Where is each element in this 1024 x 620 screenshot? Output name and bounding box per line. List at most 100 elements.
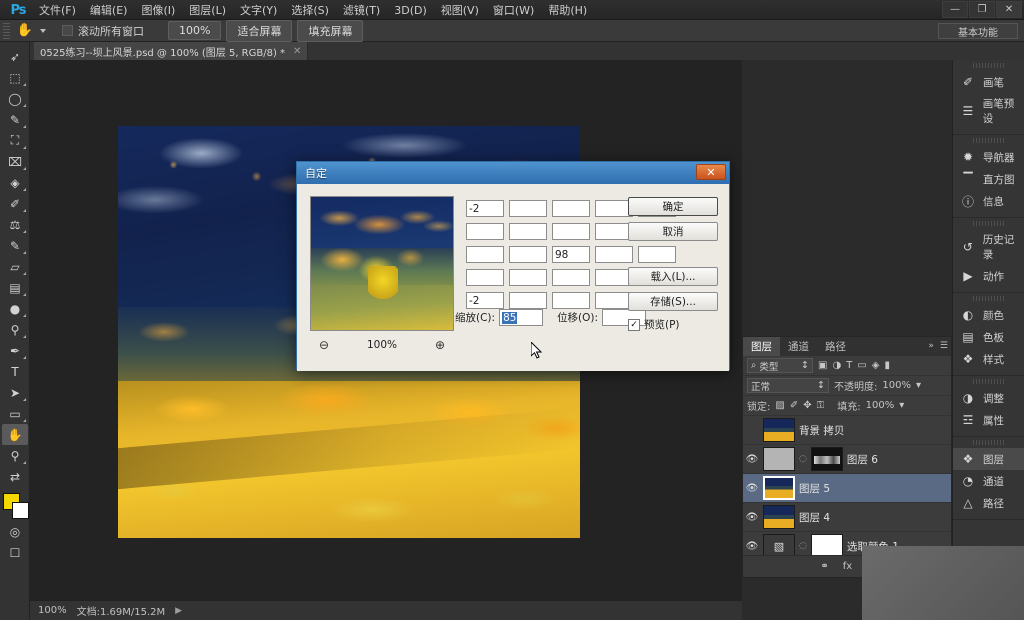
tab-layers[interactable]: 图层 (743, 337, 780, 356)
background-color-swatch[interactable] (12, 502, 29, 519)
menu-item-file[interactable]: 文件(F) (32, 0, 83, 20)
matrix-cell-1-0[interactable] (466, 223, 504, 240)
matrix-cell-0-2[interactable] (552, 200, 590, 217)
workspace-selector[interactable]: 基本功能 (938, 23, 1018, 39)
filter-pixel-icon[interactable]: ▣ (818, 360, 827, 371)
filter-shape-icon[interactable]: ▭ (857, 360, 866, 371)
menu-item-select[interactable]: 选择(S) (284, 0, 336, 20)
fill-chevron-down-icon[interactable]: ▾ (899, 400, 904, 411)
menu-item-edit[interactable]: 编辑(E) (83, 0, 135, 20)
dock-item-brush-presets[interactable]: ☰ 画笔预设 (953, 93, 1024, 129)
mask-link-icon[interactable]: ◌ (799, 541, 807, 551)
matrix-cell-3-2[interactable] (552, 269, 590, 286)
zoom-out-icon[interactable]: ⊖ (319, 338, 329, 352)
layer-name[interactable]: 背景 拷贝 (799, 423, 844, 438)
filter-smart-icon[interactable]: ◈ (872, 360, 880, 371)
dock-item-history[interactable]: ↺ 历史记录 (953, 229, 1024, 265)
dock-item-paths[interactable]: △ 路径 (953, 492, 1024, 514)
matrix-cell-1-2[interactable] (552, 223, 590, 240)
opacity-chevron-down-icon[interactable]: ▾ (916, 380, 921, 391)
matrix-cell-4-2[interactable] (552, 292, 590, 309)
crop-tool[interactable]: ⛶ (2, 130, 28, 151)
zoom-100-button[interactable]: 100% (168, 21, 221, 40)
layer-filter-select[interactable]: ⌕ 类型 ↕ (747, 358, 813, 373)
zoom-tool[interactable]: ⚲ (2, 445, 28, 466)
filter-preview-image[interactable] (310, 196, 454, 331)
marquee-tool[interactable]: ⬚ (2, 67, 28, 88)
cancel-button[interactable]: 取消 (628, 222, 718, 241)
tool-preset-chevron-down-icon[interactable] (40, 29, 46, 33)
quick-mask-icon[interactable]: ◎ (2, 521, 28, 542)
dock-group-handle[interactable] (973, 221, 1004, 226)
brush-tool[interactable]: ✐ (2, 193, 28, 214)
layer-thumbnail[interactable] (763, 447, 795, 471)
menu-item-window[interactable]: 窗口(W) (486, 0, 541, 20)
tab-channels[interactable]: 通道 (780, 337, 817, 356)
blend-mode-select[interactable]: 正常 ↕ (747, 378, 829, 393)
color-swatches[interactable] (0, 491, 30, 521)
table-row[interactable]: 背景 拷贝 (743, 416, 951, 445)
dock-item-navigator[interactable]: ✹ 导航器 (953, 146, 1024, 168)
layer-mask-thumbnail[interactable] (811, 447, 843, 471)
status-arrow-icon[interactable]: ▶ (175, 606, 182, 616)
collapse-icon[interactable]: » (928, 341, 934, 351)
dock-group-handle[interactable] (973, 138, 1004, 143)
screen-mode-icon[interactable]: ☐ (2, 542, 28, 563)
layer-thumbnail[interactable] (763, 505, 795, 529)
scale-input[interactable]: 85 (499, 309, 543, 326)
dock-item-swatches[interactable]: ▤ 色板 (953, 326, 1024, 348)
filter-type-icon[interactable]: T (846, 360, 852, 371)
filter-toggle-icon[interactable]: ▮ (884, 360, 890, 371)
link-layers-icon[interactable]: ⚭ (820, 561, 828, 572)
dock-item-channels[interactable]: ◔ 通道 (953, 470, 1024, 492)
history-brush-tool[interactable]: ✎ (2, 235, 28, 256)
preview-checkbox-row[interactable]: ✓ 预览(P) (628, 317, 718, 332)
dock-group-handle[interactable] (973, 440, 1004, 445)
matrix-cell-2-0[interactable] (466, 246, 504, 263)
menu-item-view[interactable]: 视图(V) (434, 0, 486, 20)
filter-adjustment-icon[interactable]: ◑ (832, 360, 841, 371)
menu-item-help[interactable]: 帮助(H) (541, 0, 594, 20)
options-bar-grip[interactable] (3, 23, 10, 39)
swap-colors-icon[interactable]: ⇄ (2, 466, 28, 487)
document-tab[interactable]: 0525练习--坝上风景.psd @ 100% (图层 5, RGB/8) * … (34, 42, 308, 60)
type-tool[interactable]: T (2, 361, 28, 382)
lock-position-icon[interactable]: ✥ (803, 400, 811, 411)
custom-filter-dialog[interactable]: 自定 ✕ ⊖ 100% ⊕ -2 -2 (296, 161, 730, 370)
matrix-cell-3-0[interactable] (466, 269, 504, 286)
dock-item-properties[interactable]: ☲ 属性 (953, 409, 1024, 431)
preview-checkbox[interactable]: ✓ (628, 319, 640, 331)
save-button[interactable]: 存储(S)... (628, 292, 718, 311)
panel-menu-icon[interactable]: ☰ (940, 341, 948, 351)
hand-tool-icon[interactable]: ✋ (15, 22, 35, 40)
layer-thumbnail[interactable] (763, 418, 795, 442)
pen-tool[interactable]: ✒ (2, 340, 28, 361)
restore-button[interactable]: ❐ (969, 1, 995, 18)
lock-transparent-icon[interactable]: ▨ (775, 400, 784, 411)
fit-screen-button[interactable]: 适合屏幕 (226, 20, 292, 42)
dock-item-layers[interactable]: ❖ 图层 (953, 448, 1024, 470)
matrix-cell-0-0[interactable]: -2 (466, 200, 504, 217)
dock-item-color[interactable]: ◐ 颜色 (953, 304, 1024, 326)
lock-image-icon[interactable]: ✐ (790, 400, 798, 411)
opacity-value[interactable]: 100% (882, 380, 911, 391)
dock-item-brush[interactable]: ✐ 画笔 (953, 71, 1024, 93)
path-selection-tool[interactable]: ➤ (2, 382, 28, 403)
layer-name[interactable]: 图层 6 (847, 452, 878, 467)
clone-stamp-tool[interactable]: ⚖ (2, 214, 28, 235)
layer-name[interactable]: 图层 5 (799, 481, 830, 496)
menu-item-type[interactable]: 文字(Y) (233, 0, 284, 20)
layer-visibility-toggle[interactable]: 👁 (745, 541, 759, 552)
document-tab-close-icon[interactable]: ✕ (293, 46, 301, 57)
minimize-button[interactable]: — (942, 1, 968, 18)
dock-group-handle[interactable] (973, 63, 1004, 68)
dock-item-histogram[interactable]: ▔ 直方图 (953, 168, 1024, 190)
healing-brush-tool[interactable]: ◈ (2, 172, 28, 193)
fill-value[interactable]: 100% (866, 400, 895, 411)
tab-paths[interactable]: 路径 (817, 337, 854, 356)
move-tool[interactable]: ➶ (2, 46, 28, 67)
eraser-tool[interactable]: ▱ (2, 256, 28, 277)
matrix-cell-1-1[interactable] (509, 223, 547, 240)
dock-group-handle[interactable] (973, 296, 1004, 301)
dock-group-handle[interactable] (973, 379, 1004, 384)
